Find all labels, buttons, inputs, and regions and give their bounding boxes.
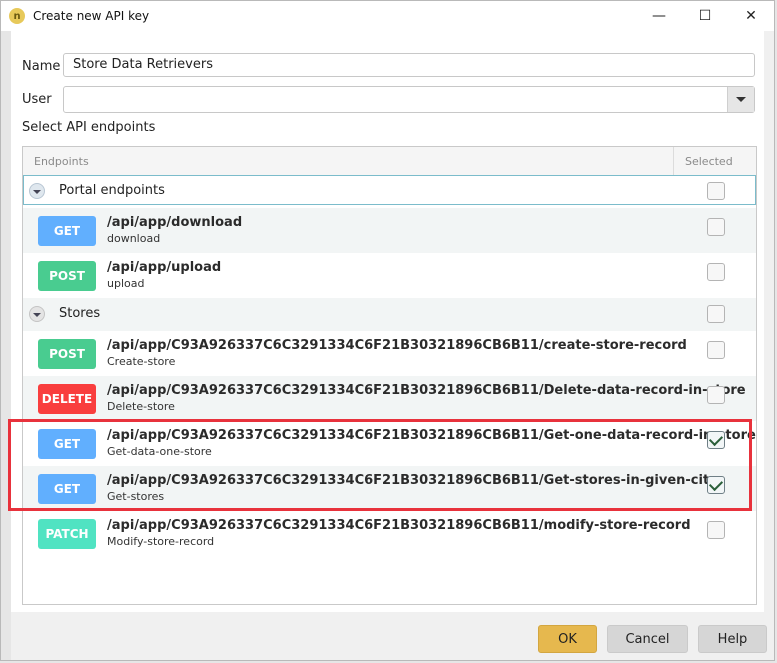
method-badge: GET: [38, 429, 96, 459]
maximize-button[interactable]: ☐: [682, 1, 728, 31]
group-row-stores[interactable]: Stores: [23, 298, 756, 331]
endpoint-checkbox[interactable]: [707, 431, 725, 449]
endpoint-row[interactable]: POST /api/app/upload upload: [23, 253, 756, 298]
name-label: Name: [22, 59, 61, 74]
endpoint-path: /api/app/C93A926337C6C3291334C6F21B30321…: [107, 518, 691, 533]
endpoint-description: Create-store: [107, 355, 176, 368]
window-edge: [1, 31, 11, 660]
endpoint-row[interactable]: GET /api/app/download download: [23, 208, 756, 253]
title-bar[interactable]: n Create new API key — ☐ ✕: [1, 1, 774, 31]
grid-header: Endpoints Selected: [23, 147, 756, 176]
endpoint-description: Delete-store: [107, 400, 175, 413]
group-focus-outline: [23, 175, 756, 205]
window-controls: — ☐ ✕: [636, 1, 774, 31]
method-badge: GET: [38, 474, 96, 504]
header-divider: [673, 147, 674, 175]
endpoint-checkbox[interactable]: [707, 521, 725, 539]
endpoint-checkbox[interactable]: [707, 341, 725, 359]
endpoint-path: /api/app/C93A926337C6C3291334C6F21B30321…: [107, 383, 746, 398]
endpoint-path: /api/app/C93A926337C6C3291334C6F21B30321…: [107, 338, 687, 353]
app-logo-icon: n: [9, 8, 25, 24]
endpoint-checkbox[interactable]: [707, 263, 725, 281]
endpoint-path: /api/app/C93A926337C6C3291334C6F21B30321…: [107, 473, 718, 488]
method-badge: DELETE: [38, 384, 96, 414]
help-button[interactable]: Help: [698, 625, 767, 653]
endpoints-section-label: Select API endpoints: [22, 120, 156, 135]
endpoint-description: Get-stores: [107, 490, 165, 503]
endpoint-description: Get-data-one-store: [107, 445, 212, 458]
ok-button[interactable]: OK: [538, 625, 597, 653]
dialog-window: n Create new API key — ☐ ✕ Name Store Da…: [0, 0, 775, 661]
collapse-chevron-icon[interactable]: [29, 306, 45, 322]
endpoint-checkbox[interactable]: [707, 218, 725, 236]
dropdown-arrow-icon[interactable]: [727, 87, 754, 112]
user-label: User: [22, 92, 52, 107]
group-label: Stores: [59, 306, 101, 321]
endpoint-description: download: [107, 232, 161, 245]
user-select[interactable]: [63, 86, 755, 113]
window-title: Create new API key: [33, 9, 150, 23]
endpoints-grid: Endpoints Selected Portal endpoints GET …: [22, 146, 757, 605]
header-selected: Selected: [685, 155, 733, 168]
endpoint-description: Modify-store-record: [107, 535, 215, 548]
endpoint-checkbox[interactable]: [707, 476, 725, 494]
checkmark-icon: [708, 476, 724, 491]
header-endpoints: Endpoints: [34, 155, 89, 168]
method-badge: POST: [38, 339, 96, 369]
endpoint-row[interactable]: GET /api/app/C93A926337C6C3291334C6F21B3…: [23, 421, 756, 466]
minimize-button[interactable]: —: [636, 1, 682, 31]
checkmark-icon: [708, 431, 724, 446]
method-badge: POST: [38, 261, 96, 291]
endpoint-description: upload: [107, 277, 145, 290]
close-button[interactable]: ✕: [728, 1, 774, 31]
method-badge: PATCH: [38, 519, 96, 549]
name-input[interactable]: Store Data Retrievers: [63, 53, 755, 77]
cancel-button[interactable]: Cancel: [607, 625, 688, 653]
endpoint-path: /api/app/C93A926337C6C3291334C6F21B30321…: [107, 428, 756, 443]
endpoint-row[interactable]: PATCH /api/app/C93A926337C6C3291334C6F21…: [23, 511, 756, 556]
group-checkbox[interactable]: [707, 305, 725, 323]
method-badge: GET: [38, 216, 96, 246]
endpoint-row[interactable]: POST /api/app/C93A926337C6C3291334C6F21B…: [23, 331, 756, 376]
endpoint-checkbox[interactable]: [707, 386, 725, 404]
endpoint-path: /api/app/download: [107, 215, 243, 230]
dialog-content: Name Store Data Retrievers User Select A…: [11, 31, 764, 612]
endpoint-row[interactable]: GET /api/app/C93A926337C6C3291334C6F21B3…: [23, 466, 756, 511]
endpoint-path: /api/app/upload: [107, 260, 222, 275]
endpoint-row[interactable]: DELETE /api/app/C93A926337C6C3291334C6F2…: [23, 376, 756, 421]
